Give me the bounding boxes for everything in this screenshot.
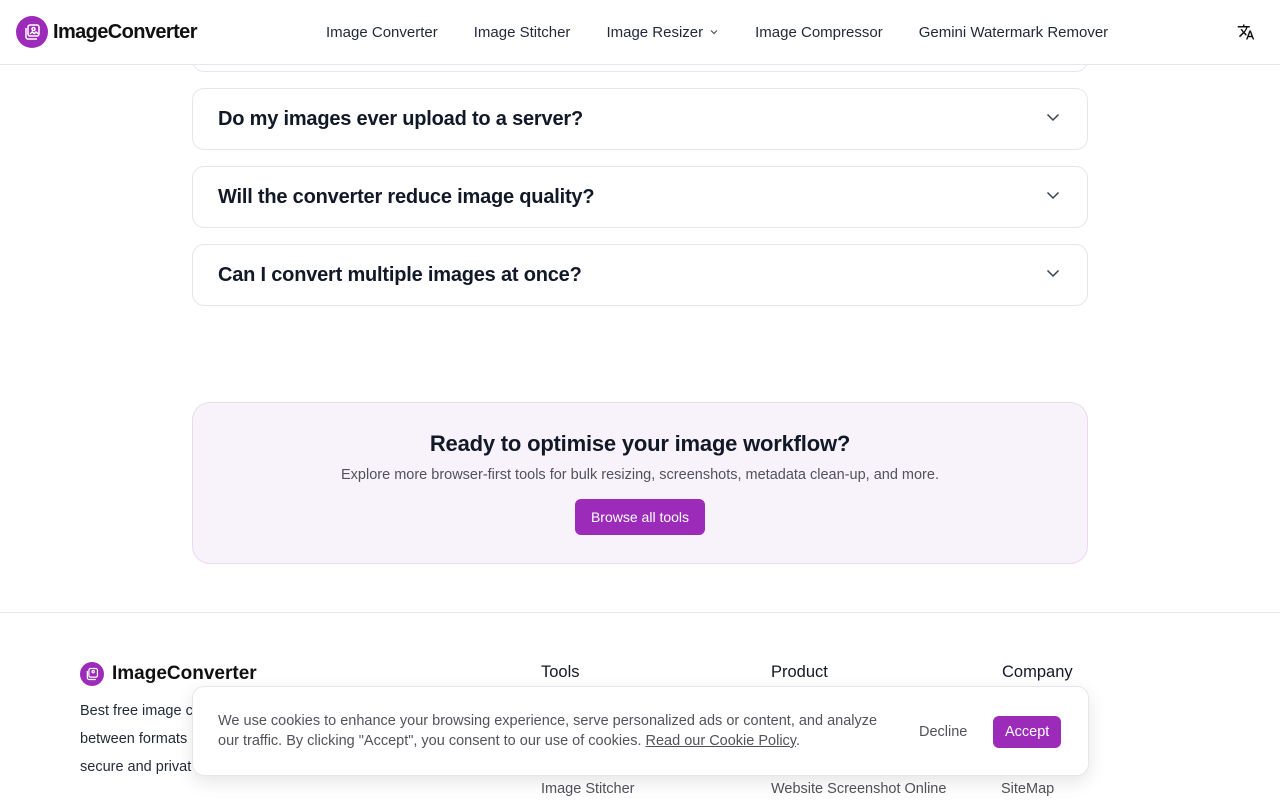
faq-question: Can I convert multiple images at once?: [218, 263, 582, 286]
cookie-banner: We use cookies to enhance your browsing …: [192, 686, 1089, 776]
nav-image-converter[interactable]: Image Converter: [326, 24, 438, 41]
cookie-text: We use cookies to enhance your browsing …: [218, 713, 878, 749]
chevron-down-icon: [1045, 265, 1061, 286]
faq-question: Will the converter reduce image quality?: [218, 185, 595, 208]
image-stack-icon: [16, 16, 48, 48]
decline-button[interactable]: Decline: [905, 717, 981, 747]
chevron-down-icon: [709, 24, 719, 41]
footer-column-product: Product: [771, 663, 828, 682]
faq-item[interactable]: Can I convert multiple images at once?: [192, 244, 1088, 306]
nav-image-resizer[interactable]: Image Resizer: [606, 24, 719, 41]
cta-subtitle: Explore more browser-first tools for bul…: [341, 467, 939, 483]
footer-link-website-screenshot[interactable]: Website Screenshot Online: [771, 781, 946, 797]
nav-image-stitcher[interactable]: Image Stitcher: [474, 24, 571, 41]
site-header: ImageConverter Image Converter Image Sti…: [0, 0, 1280, 65]
faq-question: Do my images ever upload to a server?: [218, 107, 583, 130]
cookie-policy-link[interactable]: Read our Cookie Policy: [646, 733, 796, 749]
main-nav: Image Converter Image Stitcher Image Res…: [326, 0, 1144, 64]
chevron-down-icon: [1045, 187, 1061, 208]
nav-gemini-watermark-remover[interactable]: Gemini Watermark Remover: [919, 24, 1108, 41]
nav-image-resizer-label: Image Resizer: [606, 23, 704, 41]
nav-image-compressor[interactable]: Image Compressor: [755, 24, 883, 41]
footer-column-company: Company: [1002, 663, 1073, 682]
footer-column-title: Company: [1002, 663, 1073, 681]
faq-item[interactable]: Will the converter reduce image quality?: [192, 166, 1088, 228]
footer-column-title: Product: [771, 663, 828, 681]
browse-all-tools-button[interactable]: Browse all tools: [574, 499, 706, 535]
faq-item[interactable]: Do my images ever upload to a server?: [192, 88, 1088, 150]
footer-column-tools: Tools: [541, 663, 580, 682]
chevron-down-icon: [1045, 109, 1061, 130]
footer-logo[interactable]: ImageConverter: [80, 662, 257, 686]
footer-column-title: Tools: [541, 663, 580, 681]
image-stack-icon: [80, 662, 104, 686]
cta-title: Ready to optimise your image workflow?: [429, 431, 851, 456]
cta-section: Ready to optimise your image workflow? E…: [192, 402, 1088, 564]
logo-text: ImageConverter: [53, 20, 197, 43]
translate-icon: [1237, 24, 1255, 40]
footer-divider: [0, 612, 1280, 613]
site-logo[interactable]: ImageConverter: [16, 16, 197, 48]
accept-button[interactable]: Accept: [993, 716, 1062, 748]
footer-link-sitemap[interactable]: SiteMap: [1001, 781, 1054, 797]
language-button[interactable]: [1236, 22, 1256, 42]
footer-brand-text: ImageConverter: [112, 663, 257, 684]
footer-link-image-stitcher[interactable]: Image Stitcher: [541, 781, 635, 797]
